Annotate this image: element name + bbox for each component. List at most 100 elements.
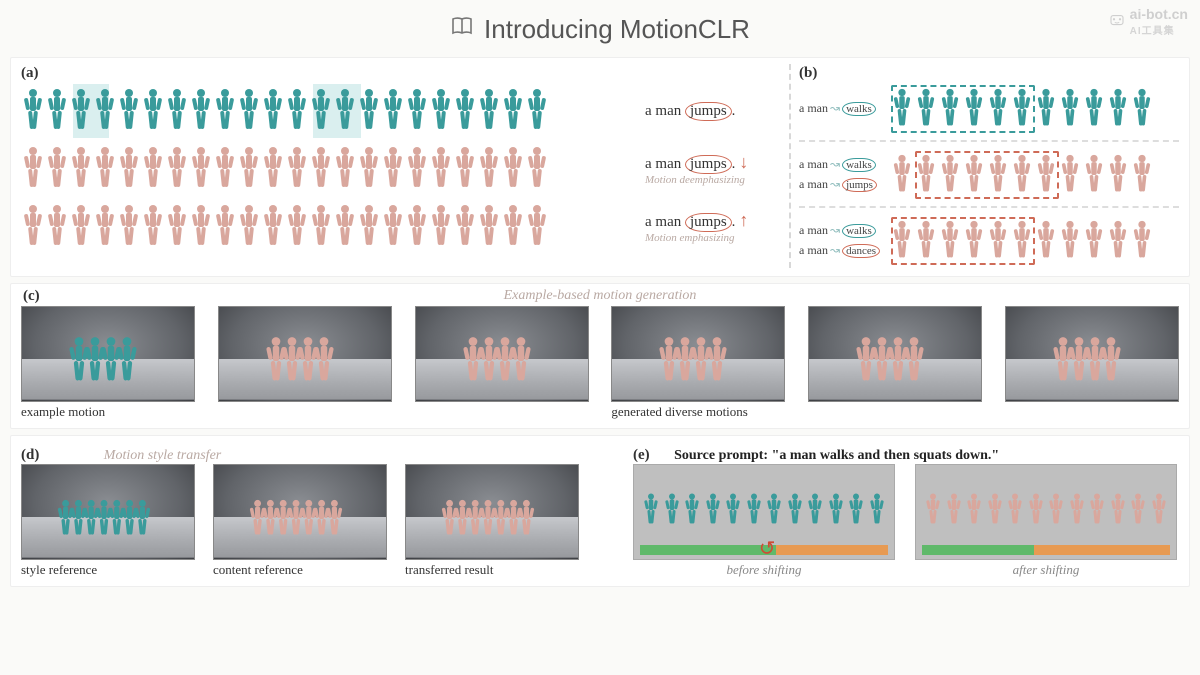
humanoid-figure	[939, 153, 961, 197]
humanoid-figure	[405, 146, 429, 192]
humanoid-figure	[165, 88, 189, 134]
swap-icon: ↺	[759, 536, 776, 560]
motion-thumbnail	[213, 464, 387, 560]
panel-b-row: a man↝walksa man↝jumps	[799, 148, 1179, 202]
humanoid-figure	[324, 495, 345, 543]
humanoid-figure	[477, 88, 501, 134]
humanoid-figure	[21, 146, 45, 192]
humanoid-figure	[901, 331, 927, 391]
humanoid-figure	[1083, 219, 1105, 263]
thumb-label: content reference	[213, 562, 387, 578]
humanoid-figure	[117, 146, 141, 192]
humanoid-figure	[285, 204, 309, 250]
arrow-up-icon: ↑	[739, 210, 748, 230]
shift-stage	[915, 464, 1177, 560]
humanoid-figure	[309, 146, 333, 192]
watermark-url: ai-bot.cn	[1130, 6, 1188, 22]
humanoid-figure	[1059, 153, 1081, 197]
humanoid-figure	[939, 87, 961, 131]
book-icon	[450, 14, 474, 45]
thumb-label: generated diverse motions	[611, 404, 785, 420]
humanoid-figure	[987, 219, 1009, 263]
page-title: Introducing MotionCLR	[0, 0, 1200, 51]
panel-b: (b) a man↝walks	[791, 64, 1179, 268]
humanoid-figure	[704, 489, 722, 531]
panel-b-prompts: a man↝walksa man↝dances	[799, 221, 885, 260]
humanoid-figure	[963, 87, 985, 131]
thumb-wrap	[1005, 306, 1179, 420]
humanoid-figure	[525, 146, 549, 192]
humanoid-figure	[381, 88, 405, 134]
timeline-bar	[922, 545, 1170, 555]
humanoid-figure	[333, 204, 357, 250]
title-text: Introducing MotionCLR	[484, 14, 750, 45]
panel-a: (a)	[21, 64, 791, 268]
motion-thumbnail	[611, 306, 785, 402]
motion-thumbnail	[405, 464, 579, 560]
humanoid-figure	[1083, 153, 1105, 197]
humanoid-figure	[453, 146, 477, 192]
humanoid-figure	[501, 146, 525, 192]
panel-a-row: a man jumps.	[21, 82, 781, 140]
panel-a-caption: a man jumps.↑Motion emphasizing	[641, 210, 781, 244]
thumb-label: example motion	[21, 404, 195, 420]
panel-a-row: a man jumps.↑Motion emphasizing	[21, 198, 781, 256]
humanoid-figure	[141, 204, 165, 250]
humanoid-figure	[1107, 87, 1129, 131]
humanoid-figure	[453, 88, 477, 134]
humanoid-figure	[525, 204, 549, 250]
panel-b-prompts: a man↝walks	[799, 99, 885, 119]
shift-card: after shifting	[915, 464, 1177, 578]
motion-thumbnail	[218, 306, 392, 402]
humanoid-figure	[381, 146, 405, 192]
humanoid-figure	[45, 204, 69, 250]
humanoid-figure	[847, 489, 865, 531]
humanoid-figure	[69, 146, 93, 192]
humanoid-figure	[237, 204, 261, 250]
humanoid-figure	[1047, 489, 1065, 531]
humanoid-figure	[477, 146, 501, 192]
humanoid-figure	[132, 495, 153, 543]
humanoid-figure	[237, 88, 261, 134]
humanoid-figure	[1006, 489, 1024, 531]
humanoid-figure	[786, 489, 804, 531]
humanoid-figure	[986, 489, 1004, 531]
watermark: ai-bot.cn AI工具集	[1108, 6, 1188, 37]
panel-a-caption: a man jumps.↓Motion deemphasizing	[641, 152, 781, 186]
humanoid-figure	[1059, 87, 1081, 131]
humanoid-figure	[868, 489, 886, 531]
panel-d: (d) Motion style transfer	[21, 446, 621, 578]
humanoid-figure	[45, 88, 69, 134]
humanoid-figure	[683, 489, 701, 531]
humanoid-figure	[285, 146, 309, 192]
humanoid-figure	[663, 489, 681, 531]
humanoid-figure	[333, 88, 357, 134]
humanoid-figure	[1107, 153, 1129, 197]
robot-icon	[1108, 11, 1126, 32]
humanoid-figure	[516, 495, 537, 543]
humanoid-figure	[189, 146, 213, 192]
motion-thumbnail	[415, 306, 589, 402]
humanoid-figure	[93, 146, 117, 192]
panel-c: (c) Example-based motion generation	[10, 283, 1190, 429]
thumb-label: transferred result	[405, 562, 579, 578]
humanoid-figure	[1059, 219, 1081, 263]
humanoid-figure	[1083, 87, 1105, 131]
humanoid-figure	[1131, 153, 1153, 197]
humanoid-figure	[915, 153, 937, 197]
humanoid-figure	[1131, 87, 1153, 131]
panel-c-title: Example-based motion generation	[21, 288, 1179, 304]
humanoid-figure	[69, 88, 93, 134]
humanoid-figure	[1107, 219, 1129, 263]
humanoid-figure	[117, 204, 141, 250]
panel-e-source-prompt: "a man walks and then squats down."	[772, 448, 1000, 463]
thumb-wrap: content reference	[213, 464, 387, 578]
humanoid-figure	[1011, 153, 1033, 197]
humanoid-figure	[915, 87, 937, 131]
watermark-sub: AI工具集	[1130, 22, 1188, 37]
humanoid-figure	[508, 331, 534, 391]
humanoid-figure	[891, 87, 913, 131]
motion-thumbnail	[21, 306, 195, 402]
panel-b-tag: (b)	[799, 65, 817, 81]
thumb-label: style reference	[21, 562, 195, 578]
